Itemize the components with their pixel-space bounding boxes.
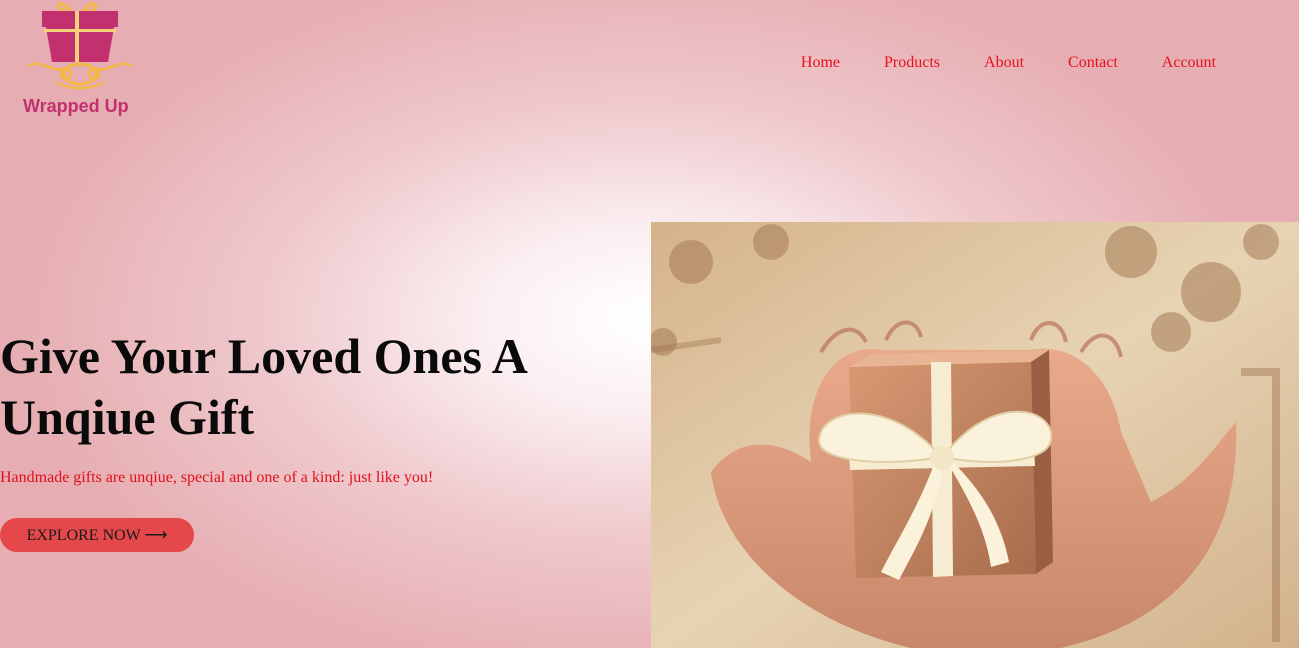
main-nav: Home Products About Contact Account (801, 54, 1216, 72)
hero-image (651, 222, 1299, 648)
hero-subtitle: Handmade gifts are unqiue, special and o… (0, 469, 434, 486)
gift-box-icon (27, 2, 133, 90)
explore-now-button[interactable]: EXPLORE NOW ⟶ (0, 518, 194, 552)
nav-contact[interactable]: Contact (1068, 54, 1118, 72)
brand-name: Wrapped Up (23, 96, 129, 116)
nav-home[interactable]: Home (801, 54, 840, 72)
hero-title: Give Your Loved Ones A Unqiue Gift (0, 328, 526, 445)
nav-account[interactable]: Account (1162, 54, 1216, 72)
nav-products[interactable]: Products (884, 54, 940, 72)
nav-about[interactable]: About (984, 54, 1024, 72)
brand-logo[interactable]: Wrapped Up (20, 0, 140, 122)
